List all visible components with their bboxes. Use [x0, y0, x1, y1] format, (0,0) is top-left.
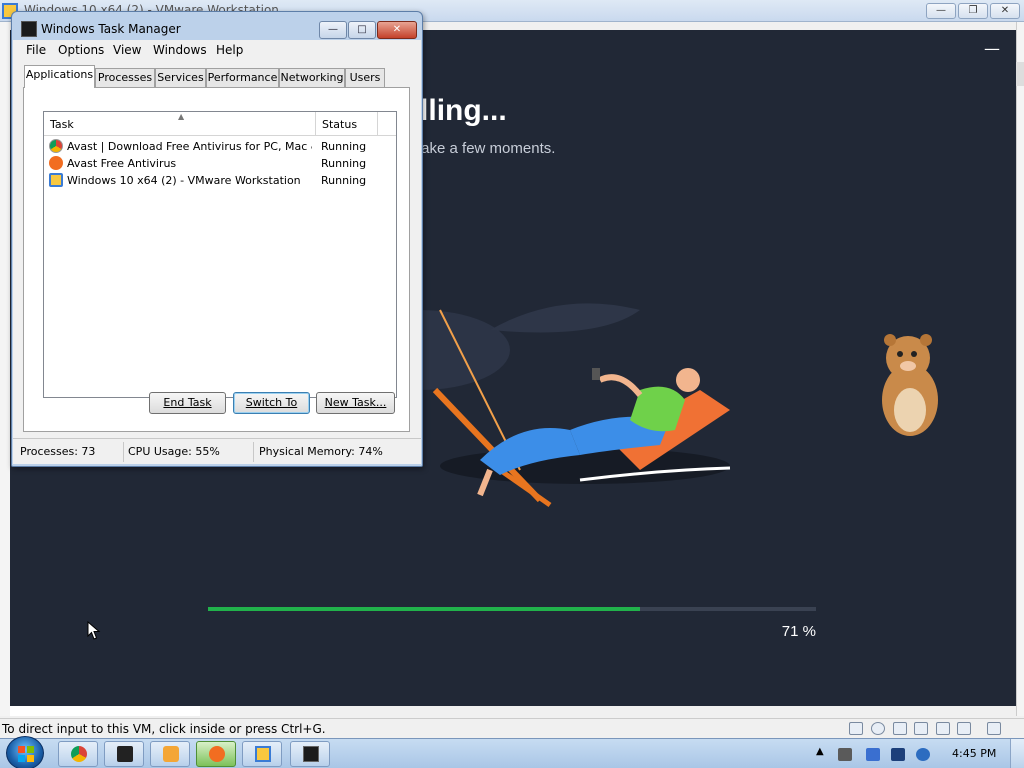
installer-minimize-button[interactable]: —	[984, 41, 1000, 60]
cpu-usage: CPU Usage: 55%	[128, 445, 220, 458]
vm-statusbar: To direct input to this VM, click inside…	[0, 718, 1024, 738]
display-icon[interactable]	[957, 722, 971, 735]
task-manager-window: Windows Task Manager — □ ✕ File Options …	[11, 11, 423, 467]
applications-panel: ▲ Task Status Avast | Download Free Anti…	[23, 87, 410, 432]
host-close-button[interactable]: ✕	[990, 3, 1020, 19]
tab-processes[interactable]: Processes	[95, 68, 155, 87]
windows-logo-icon	[18, 746, 34, 762]
taskbar-terminal-button[interactable]	[104, 741, 144, 767]
taskbar-media-button[interactable]	[150, 741, 190, 767]
hard-disk-icon[interactable]	[849, 722, 863, 735]
vm-input-hint: To direct input to this VM, click inside…	[2, 722, 326, 736]
task-manager-menubar: File Options View Windows Help	[13, 40, 421, 60]
tab-networking[interactable]: Networking	[279, 68, 345, 87]
media-player-icon	[163, 746, 179, 762]
switch-to-label: Switch To	[245, 396, 298, 409]
column-header-status-label: Status	[322, 118, 358, 131]
host-scrollbar[interactable]	[1016, 22, 1024, 716]
menu-windows[interactable]: Windows	[153, 43, 207, 57]
network-adapter-icon[interactable]	[893, 722, 907, 735]
task-manager-statusbar: Processes: 73 CPU Usage: 55% Physical Me…	[13, 438, 421, 464]
vmware-icon	[49, 173, 63, 187]
menu-view[interactable]: View	[113, 43, 141, 57]
hamster-illustration	[882, 334, 938, 436]
task-manager-body: Applications Processes Services Performa…	[13, 60, 421, 438]
task-name: Avast | Download Free Antivirus for PC, …	[67, 140, 312, 153]
new-task-button[interactable]: New Task...	[316, 392, 395, 414]
avast-icon	[49, 156, 63, 170]
windows-taskbar: ▲ 4:45 PM	[0, 736, 1024, 768]
end-task-button[interactable]: End Task	[149, 392, 226, 414]
task-status: Running	[321, 140, 367, 153]
message-log-icon[interactable]	[987, 722, 1001, 735]
avast-icon	[209, 746, 225, 762]
tray-security-icon[interactable]	[866, 748, 880, 761]
taskbar-vmware-button[interactable]	[242, 741, 282, 767]
task-row[interactable]: Windows 10 x64 (2) - VMware Workstation …	[44, 172, 396, 189]
show-desktop-button[interactable]	[1010, 739, 1024, 768]
task-status: Running	[321, 157, 367, 170]
taskbar-avast-button[interactable]	[196, 741, 236, 767]
task-list[interactable]: ▲ Task Status Avast | Download Free Anti…	[43, 111, 397, 398]
cd-drive-icon[interactable]	[871, 722, 885, 735]
switch-to-button[interactable]: Switch To	[233, 392, 310, 414]
process-count: Processes: 73	[20, 445, 96, 458]
task-row[interactable]: Avast | Download Free Antivirus for PC, …	[44, 138, 396, 155]
terminal-icon	[117, 746, 133, 762]
tab-performance[interactable]: Performance	[206, 68, 279, 87]
status-divider	[123, 442, 124, 462]
guest-bottom-edge	[10, 706, 200, 716]
sound-card-icon[interactable]	[936, 722, 950, 735]
taskbar-clock[interactable]: 4:45 PM	[952, 747, 996, 760]
menu-file[interactable]: File	[26, 43, 46, 57]
host-left-margin	[0, 22, 10, 716]
task-name: Windows 10 x64 (2) - VMware Workstation	[67, 174, 301, 187]
menu-help[interactable]: Help	[216, 43, 243, 57]
end-task-label: End Task	[163, 396, 212, 409]
task-manager-titlebar[interactable]: Windows Task Manager — □ ✕	[12, 12, 422, 40]
tray-device-icon[interactable]	[838, 748, 852, 761]
tray-monitor-icon[interactable]	[891, 748, 905, 761]
chrome-icon	[49, 139, 63, 153]
tm-minimize-button[interactable]: —	[319, 21, 347, 39]
host-minimize-button[interactable]: —	[926, 3, 956, 19]
column-header-task[interactable]: ▲ Task	[44, 112, 316, 136]
status-divider	[253, 442, 254, 462]
task-manager-icon	[303, 746, 319, 762]
tab-services[interactable]: Services	[155, 68, 206, 87]
tray-network-icon[interactable]	[916, 748, 930, 761]
tm-maximize-button[interactable]: □	[348, 21, 376, 39]
start-button[interactable]	[6, 736, 44, 768]
task-status: Running	[321, 174, 367, 187]
mouse-cursor-icon	[87, 621, 101, 640]
vmware-icon	[255, 746, 271, 762]
task-name: Avast Free Antivirus	[67, 157, 177, 170]
taskbar-chrome-button[interactable]	[58, 741, 98, 767]
host-scroll-thumb[interactable]	[1016, 62, 1024, 86]
physical-memory: Physical Memory: 74%	[259, 445, 383, 458]
task-row[interactable]: Avast Free Antivirus Running	[44, 155, 396, 172]
taskbar-task-manager-button[interactable]	[290, 741, 330, 767]
menu-options[interactable]: Options	[58, 43, 104, 57]
new-task-label: New Task...	[324, 396, 387, 409]
printer-icon[interactable]	[914, 722, 928, 735]
tab-users[interactable]: Users	[345, 68, 385, 87]
tm-close-button[interactable]: ✕	[377, 21, 417, 39]
tab-applications[interactable]: Applications	[24, 65, 95, 88]
column-header-task-label: Task	[50, 118, 74, 131]
host-restore-button[interactable]: ❐	[958, 3, 988, 19]
task-manager-icon	[21, 21, 37, 37]
chrome-icon	[71, 746, 87, 762]
sort-arrow-icon: ▲	[178, 112, 185, 121]
show-hidden-icons-button[interactable]: ▲	[816, 746, 824, 757]
install-progress-label: 71 %	[781, 623, 816, 640]
column-header-status[interactable]: Status	[316, 112, 378, 136]
install-progress-bar	[208, 607, 816, 611]
column-header-filler	[378, 112, 396, 136]
install-progress-fill	[208, 607, 640, 611]
task-manager-title: Windows Task Manager	[41, 22, 181, 36]
